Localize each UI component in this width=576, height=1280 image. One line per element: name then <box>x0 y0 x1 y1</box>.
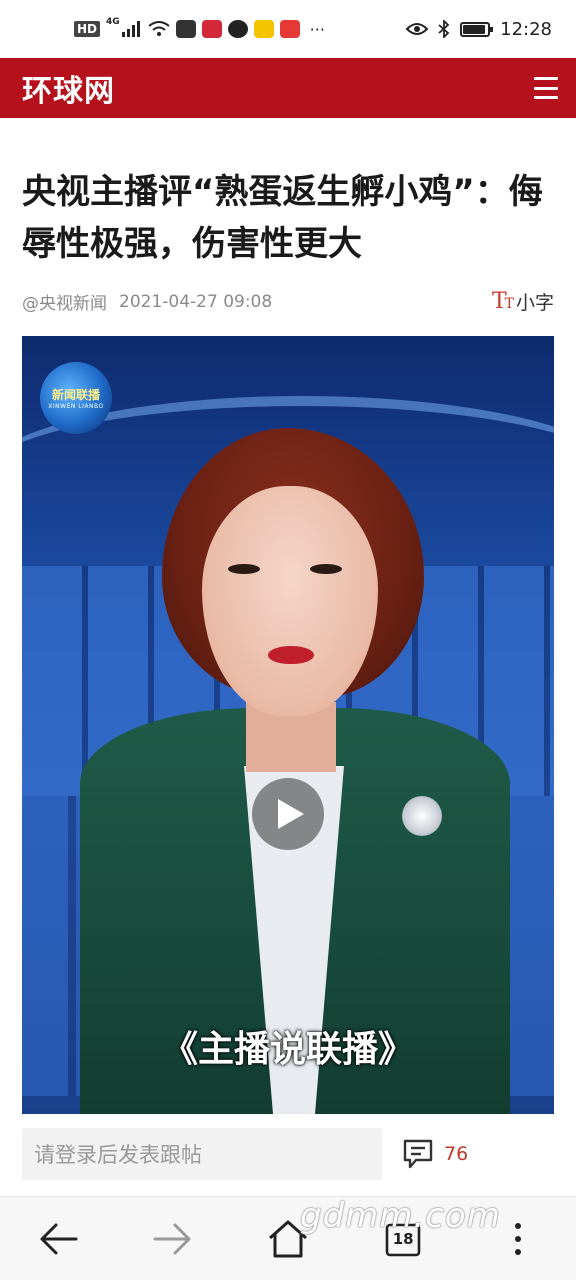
menu-line <box>534 96 558 99</box>
news-app-icon <box>279 20 300 38</box>
channel-logo-text: 新闻联播 <box>51 388 100 402</box>
menu-line <box>534 86 558 90</box>
wechat-icon <box>227 20 248 38</box>
back-button[interactable] <box>28 1209 88 1269</box>
menu-line <box>534 77 558 80</box>
status-bar: HD 4G ··· 12:28 <box>0 0 576 58</box>
anchor-face <box>202 486 378 716</box>
forward-button[interactable] <box>143 1209 203 1269</box>
more-vertical-icon <box>515 1222 522 1255</box>
watermark: gdmm.com <box>300 1196 501 1236</box>
status-left: HD 4G ··· <box>74 17 406 39</box>
wifi-icon <box>148 21 170 36</box>
menu-icon[interactable] <box>534 77 558 99</box>
weibo-icon <box>201 20 222 38</box>
site-header: 环球网 <box>0 58 576 118</box>
comment-bar: 请登录后发表跟帖 76 <box>22 1128 554 1180</box>
anchor-mouth <box>268 646 314 664</box>
site-logo[interactable]: 环球网 <box>22 66 115 110</box>
font-size-label: 小字 <box>515 292 554 314</box>
video-player[interactable]: 新闻联播 XINWEN LIANBO 《主播说联播》 <box>22 336 554 1114</box>
channel-logo-subtext: XINWEN LIANBO <box>48 403 104 410</box>
anchor-eye-right <box>310 564 342 574</box>
hd-badge: HD <box>74 21 101 37</box>
battery-icon <box>460 21 494 37</box>
font-size-icon: TT <box>491 289 514 314</box>
channel-logo: 新闻联播 XINWEN LIANBO <box>40 362 112 434</box>
eye-icon <box>406 23 429 35</box>
anchor-brooch <box>402 796 442 836</box>
article-date: 2021-04-27 09:08 <box>119 291 273 312</box>
font-size-icon-small: T <box>504 296 514 312</box>
anchor-eye-left <box>228 564 260 574</box>
article-meta: @央视新闻 2021-04-27 09:08 TT 小字 <box>22 288 554 315</box>
article-source: @央视新闻 <box>22 294 107 314</box>
signal-icon <box>121 21 140 37</box>
comment-input[interactable]: 请登录后发表跟帖 <box>22 1128 382 1180</box>
battery-level <box>463 24 486 34</box>
video-caption: 《主播说联播》 <box>161 1029 414 1070</box>
more-notifications-indicator: ··· <box>309 19 325 39</box>
bluetooth-icon <box>438 20 450 38</box>
comment-count: 76 <box>444 1143 469 1165</box>
font-size-icon-big: T <box>491 289 507 314</box>
article-title: 央视主播评“熟蛋返生孵小鸡”：侮辱性极强，伤害性更大 <box>22 172 543 264</box>
comment-count-button[interactable]: 76 <box>402 1138 468 1170</box>
play-icon <box>278 799 304 829</box>
play-button[interactable] <box>252 778 324 850</box>
font-size-toggle[interactable]: TT 小字 <box>492 288 554 315</box>
sina-weibo-icon <box>175 20 196 38</box>
page: HD 4G ··· 12:28 环球网 央视主播评“熟蛋返生孵小鸡”：侮辱性极强… <box>0 0 576 1280</box>
heart-app-icon <box>253 20 274 38</box>
clock: 12:28 <box>500 18 552 40</box>
forward-arrow-icon <box>153 1223 191 1254</box>
back-arrow-icon <box>40 1223 78 1254</box>
network-type: 4G <box>106 17 120 27</box>
status-right: 12:28 <box>406 19 552 40</box>
comment-icon <box>403 1139 433 1169</box>
